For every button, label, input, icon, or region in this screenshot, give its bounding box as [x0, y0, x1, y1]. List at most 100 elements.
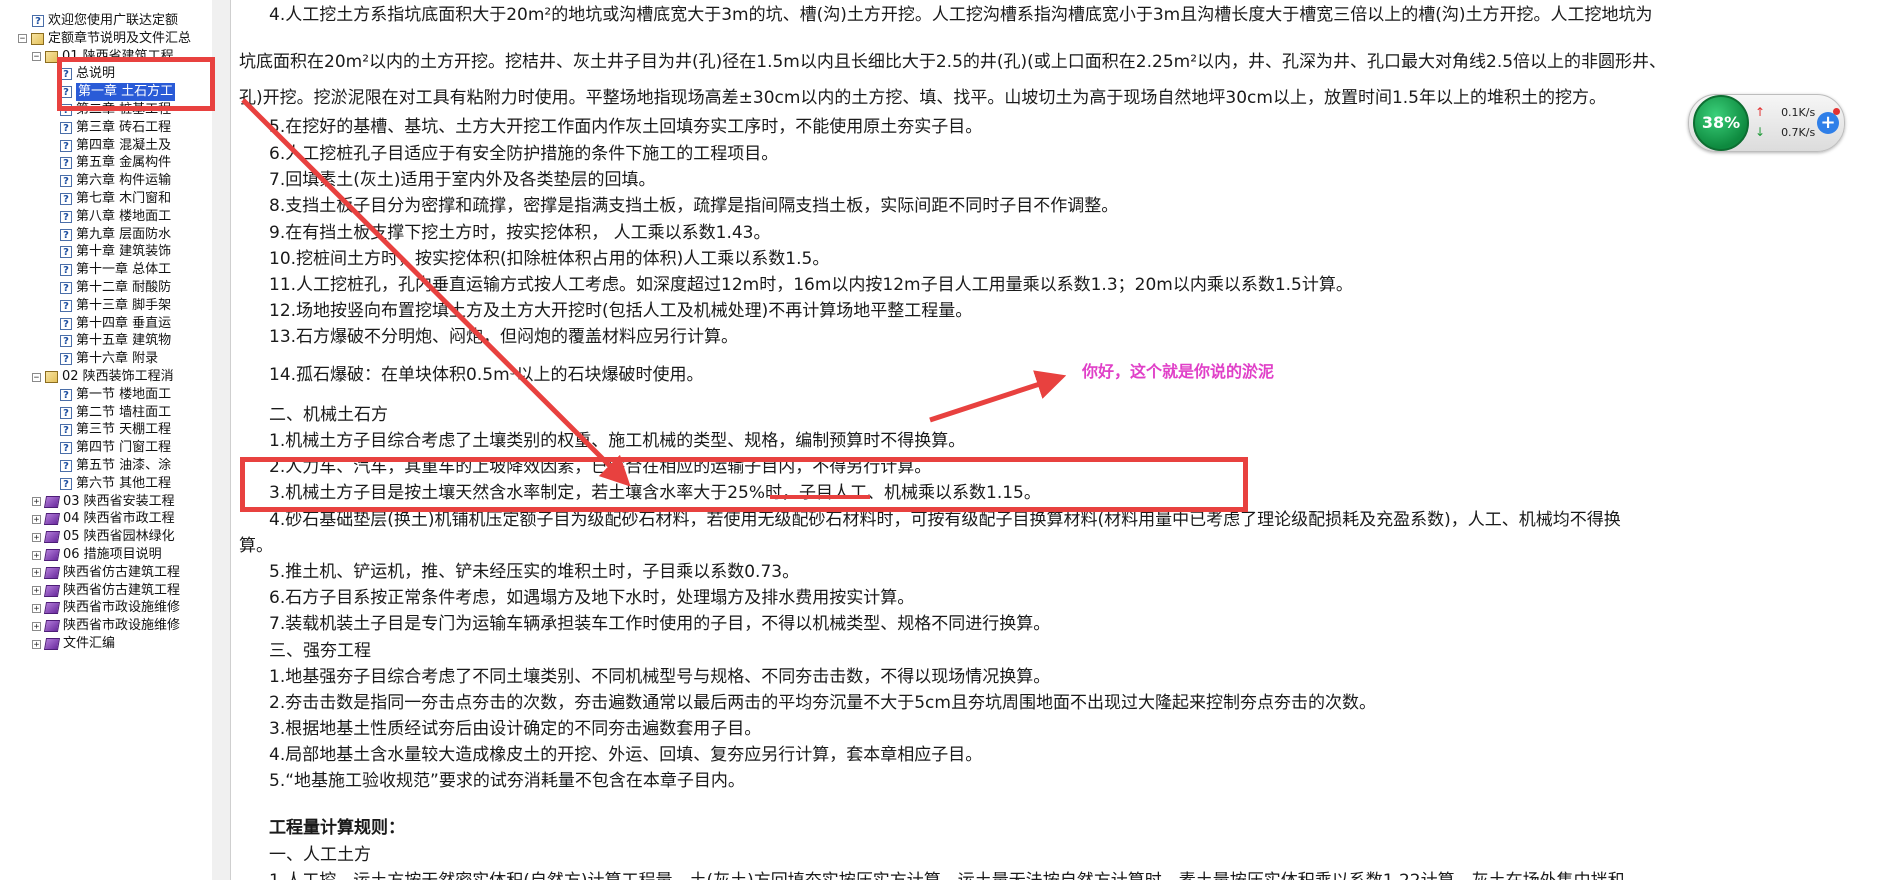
- document-line: 坑底面积在20m²以内的土方开挖。挖桔井、灰土井子目为井(孔)径在1.5m以内且…: [239, 52, 1667, 72]
- purple-book-icon: [43, 495, 61, 508]
- purple-book-icon: [43, 638, 61, 650]
- tree-item[interactable]: ? 第三章 砖石工程: [60, 119, 171, 137]
- document-line: 算。: [239, 536, 273, 556]
- tree-item[interactable]: − 定额章节说明及文件汇总: [18, 30, 191, 48]
- tree-item-label: 第五章 金属构件: [76, 155, 172, 171]
- network-speed-widget[interactable]: 38% ↑ 0.1K/s ↓ 0.7K/s +: [1688, 94, 1845, 152]
- document-content: 4.人工挖土方系指坑底面积大于20m²的地坑或沟槽底宽大于3m的坑、槽(沟)土方…: [231, 0, 1901, 880]
- tree-item-label: 第五节 油漆、涂: [76, 458, 172, 473]
- tree-item-label: 欢迎您使用广联达定额: [48, 13, 179, 28]
- expand-icon[interactable]: +: [32, 586, 41, 596]
- help-icon: ?: [60, 193, 72, 205]
- tree-item[interactable]: ? 第二节 墙柱面工: [60, 404, 171, 422]
- tree-item-label: 第四节 门窗工程: [76, 440, 172, 456]
- purple-book-icon: [43, 549, 61, 561]
- tree-item[interactable]: +05 陕西省园林绿化: [32, 528, 175, 546]
- tree-item[interactable]: + 陕西省市政设施维修: [32, 599, 180, 617]
- purple-book-icon: [43, 566, 61, 579]
- help-icon: ?: [60, 264, 72, 277]
- tree-item[interactable]: + 文件汇编: [32, 635, 115, 653]
- tree-item[interactable]: ? 第一节 楼地面工: [60, 386, 171, 404]
- purple-book-icon: [43, 620, 61, 633]
- expand-icon[interactable]: +: [32, 532, 41, 542]
- tree-item-label: 第六节 其他工程: [76, 475, 172, 491]
- tree-item[interactable]: ? 第三节 天棚工程: [60, 421, 171, 439]
- tree-item[interactable]: ? 第十三章 脚手架: [60, 297, 171, 315]
- help-icon: ?: [60, 406, 72, 419]
- tree-item-label: 02 陕西装饰工程消: [62, 369, 174, 384]
- tree-item-label: 陕西省仿古建筑工程: [63, 582, 181, 598]
- tree-item[interactable]: +06 措施项目说明: [32, 546, 162, 564]
- document-line: 4.局部地基土含水量较大造成橡皮土的开挖、外运、回填、复夯应另行计算，套本章相应…: [269, 745, 983, 765]
- tree-item-label: 第三节 天棚工程: [76, 422, 172, 438]
- tree-item[interactable]: + 陕西省仿古建筑工程: [32, 564, 180, 582]
- document-line: 8.支挡土板子目分为密撑和疏撑，密撑是指满支挡土板，疏撑是指间隔支挡土板，实际间…: [269, 196, 1119, 216]
- tree-item-label: 定额章节说明及文件汇总: [48, 30, 192, 46]
- help-icon: ?: [60, 424, 72, 437]
- purple-book-icon: [43, 602, 61, 615]
- tree-item-label: 06 措施项目说明: [63, 547, 162, 562]
- tree-item-label: 陕西省市政设施维修: [63, 600, 181, 616]
- help-icon: ?: [60, 228, 72, 241]
- tree-item[interactable]: ? 第六节 其他工程: [60, 475, 171, 493]
- tree-item[interactable]: ? 第十六章 附录: [60, 350, 158, 368]
- expand-icon[interactable]: +: [32, 639, 41, 649]
- document-line: 5.推土机、铲运机，推、铲未经压实的堆积土时，子目乘以系数0.73。: [269, 562, 800, 582]
- tree-scrollbar[interactable]: [212, 0, 231, 880]
- tree-item[interactable]: ? 第十一章 总体工: [60, 261, 171, 279]
- tree-item[interactable]: ? 第十章 建筑装饰: [60, 243, 171, 261]
- tree-item-label: 第十五章 建筑物: [76, 333, 172, 349]
- expand-icon[interactable]: +: [32, 603, 41, 613]
- document-line: 5.在挖好的基槽、基坑、土方大开挖工作面内作灰土回填夯实工序时，不能使用原土夯实…: [269, 117, 983, 137]
- section-heading: 一、人工土方: [269, 845, 371, 865]
- tree-item-label: 第十一章 总体工: [76, 262, 172, 278]
- tree-item-label: 第八章 楼地面工: [76, 208, 172, 224]
- collapse-icon[interactable]: −: [18, 34, 27, 44]
- tree-item-label: 第十二章 耐酸防: [76, 280, 172, 295]
- tree-item[interactable]: ? 第四节 门窗工程: [60, 439, 171, 457]
- notification-dot-icon: [1833, 108, 1840, 115]
- tree-item[interactable]: ? 第七章 木门窗和: [60, 190, 171, 208]
- tree-item[interactable]: ? 第六章 构件运输: [60, 172, 171, 190]
- chapter-tree[interactable]: ? 欢迎您使用广联达定额 − 定额章节说明及文件汇总 −01 陕西省建筑工程? 总说明? 第…: [0, 0, 213, 880]
- tree-item-label: 陕西省市政设施维修: [63, 618, 181, 634]
- tree-item[interactable]: + 陕西省市政设施维修: [32, 617, 180, 635]
- tree-item-label: 04 陕西省市政工程: [63, 511, 175, 527]
- tree-item-label: 陕西省仿古建筑工程: [63, 564, 181, 580]
- tree-item[interactable]: ? 第四章 混凝土及: [60, 137, 171, 155]
- tree-item[interactable]: ? 第十五章 建筑物: [60, 332, 171, 350]
- document-line: 10.挖桩间土方时，按实挖体积(扣除桩体积占用的体积)人工乘以系数1.5。: [269, 249, 830, 269]
- tree-item[interactable]: ? 欢迎您使用广联达定额: [32, 12, 178, 30]
- tree-item-label: 第二节 墙柱面工: [76, 404, 172, 420]
- tree-item[interactable]: ? 第八章 楼地面工: [60, 208, 171, 226]
- download-arrow-icon: ↓: [1755, 125, 1766, 139]
- tree-item-label: 第三章 砖石工程: [76, 119, 172, 135]
- help-icon: ?: [60, 282, 72, 294]
- expand-icon[interactable]: +: [32, 621, 41, 631]
- tree-item-label: 第一节 楼地面工: [76, 386, 172, 402]
- tree-item[interactable]: ? 第五节 油漆、涂: [60, 457, 171, 475]
- tree-item-label: 第十三章 脚手架: [76, 297, 172, 313]
- document-line: 9.在有挡土板支撑下挖土方时，按实挖体积， 人工乘以系数1.43。: [269, 223, 771, 243]
- tree-item[interactable]: +03 陕西省安装工程: [32, 493, 175, 511]
- purple-book-icon: [43, 531, 61, 544]
- tree-item[interactable]: − 02 陕西装饰工程消: [32, 368, 174, 386]
- tree-item-label: 第六章 构件运输: [76, 173, 172, 189]
- plus-icon[interactable]: +: [1817, 112, 1839, 134]
- expand-icon[interactable]: +: [32, 550, 41, 560]
- tree-item[interactable]: +04 陕西省市政工程: [32, 510, 175, 528]
- tree-item[interactable]: ? 第九章 层面防水: [60, 226, 171, 244]
- collapse-icon[interactable]: −: [32, 372, 41, 382]
- expand-icon[interactable]: +: [32, 497, 41, 507]
- expand-icon[interactable]: +: [32, 568, 41, 578]
- document-line: 2.夯击击数是指同一夯击点夯击的次数，夯击遍数通常以最后两击的平均夯沉量不大于5…: [269, 693, 1376, 713]
- tree-item[interactable]: ? 第五章 金属构件: [60, 154, 171, 172]
- collapse-icon[interactable]: −: [32, 52, 41, 62]
- expand-icon[interactable]: +: [32, 514, 41, 524]
- tree-item[interactable]: + 陕西省仿古建筑工程: [32, 582, 180, 600]
- cpu-gauge: 38%: [1693, 95, 1749, 151]
- help-icon: ?: [60, 335, 72, 348]
- tree-item[interactable]: ? 第十四章 垂直运: [60, 315, 171, 333]
- upload-speed: ↑ 0.1K/s: [1755, 105, 1816, 119]
- tree-item[interactable]: ? 第十二章 耐酸防: [60, 279, 171, 297]
